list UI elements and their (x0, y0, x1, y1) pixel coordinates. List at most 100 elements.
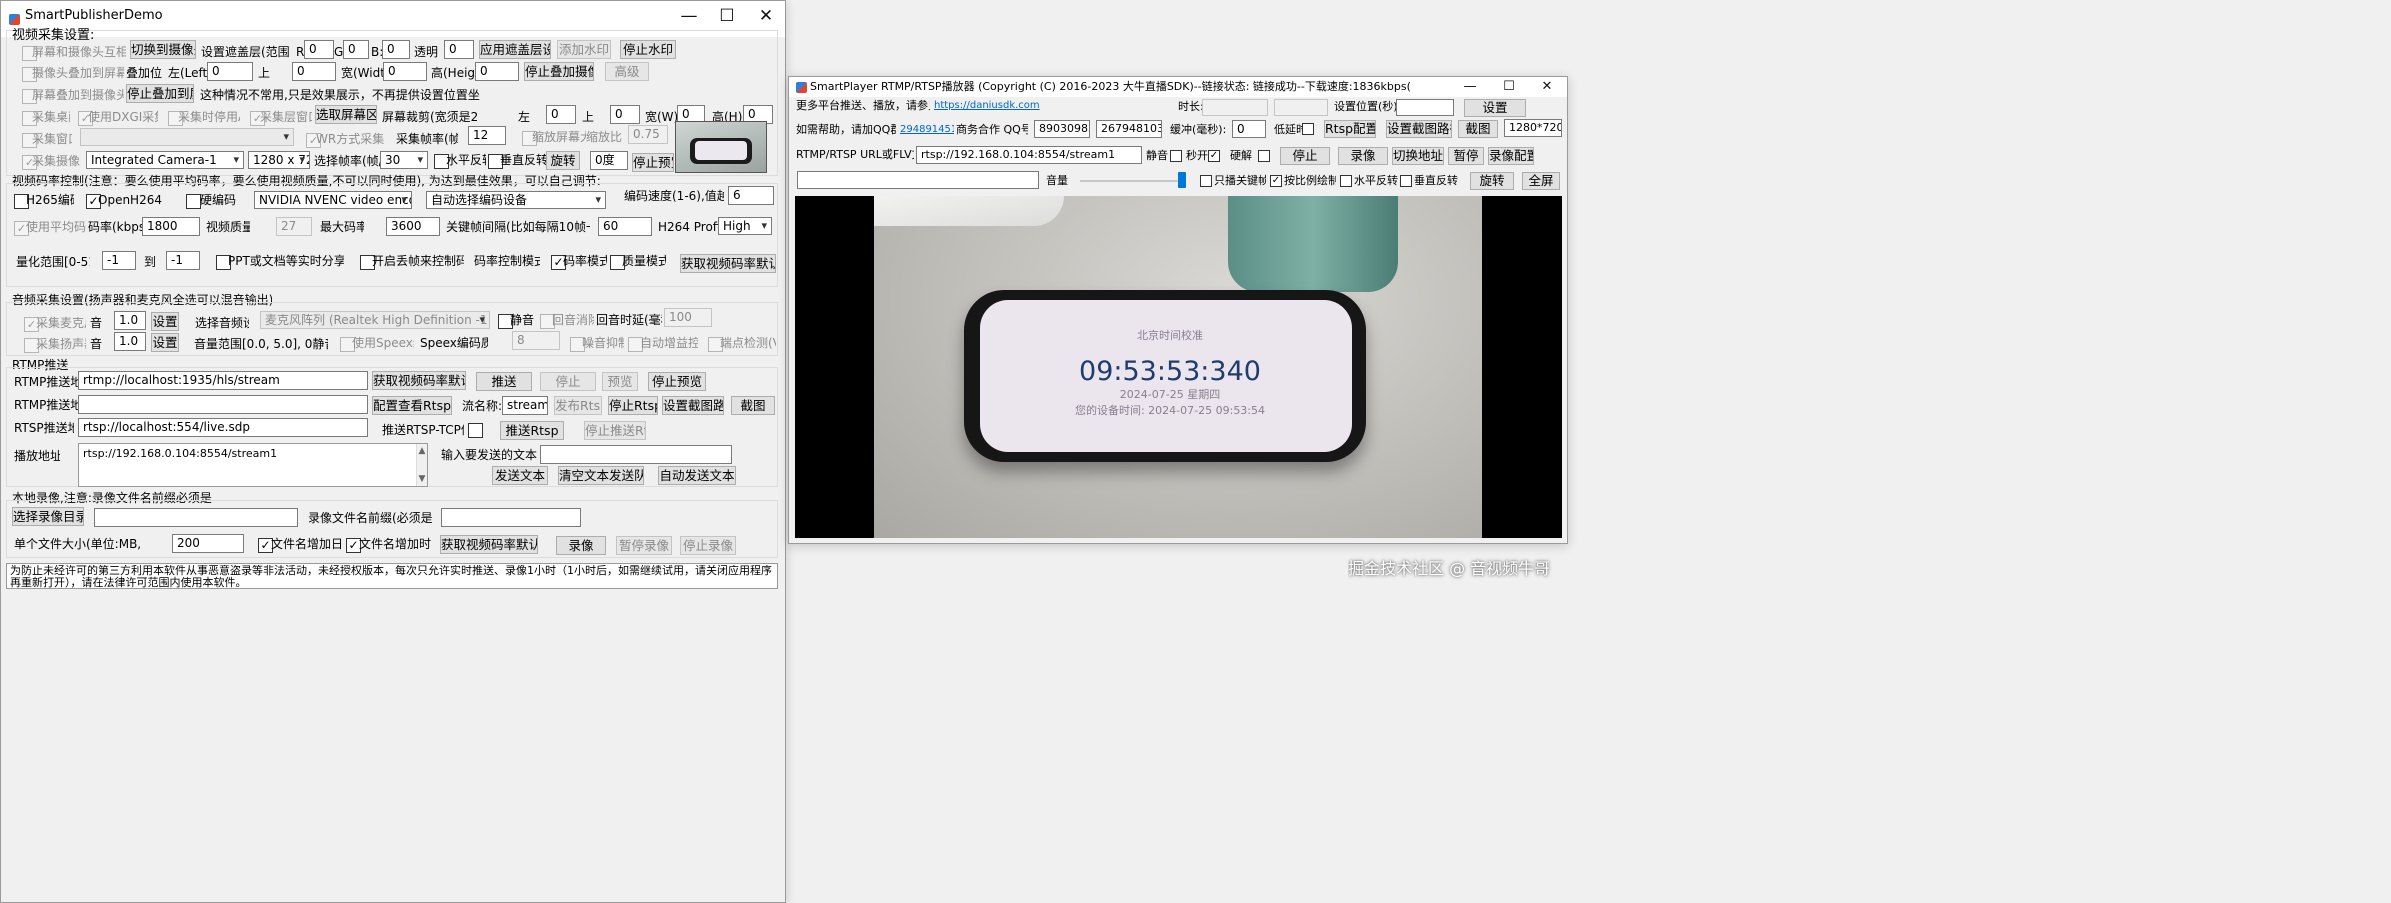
record-get-default-bitrate-button[interactable]: 获取视频码率默认值 (440, 535, 538, 554)
fps-select[interactable]: 30 (380, 151, 428, 169)
resolution-select[interactable]: 1280 x 720 (248, 151, 310, 169)
switch-url-button[interactable]: 切换地址 (1392, 147, 1444, 165)
player-hflip-checkbox[interactable] (1340, 175, 1352, 187)
auto-encoder-select[interactable]: 自动选择编码设备 (426, 191, 606, 209)
record-dir-input[interactable] (94, 508, 298, 527)
play-url-scrollbar[interactable]: ▲ ▼ (416, 444, 427, 486)
hardware-encoder-select[interactable]: NVIDIA NVENC video encoder (254, 191, 412, 209)
fast-start-checkbox[interactable]: ✓ (1208, 150, 1220, 162)
window-select[interactable] (80, 128, 294, 146)
stop-preview-button[interactable]: 停止预览 (632, 153, 674, 172)
seek-position-input[interactable] (1396, 99, 1454, 116)
rtsp-service-config-button[interactable]: 配置查看Rtsp服务 (372, 396, 452, 415)
maximize-icon[interactable]: ☐ (707, 1, 747, 31)
keyframe-interval-input[interactable]: 60 (598, 217, 652, 236)
rtmp-get-default-bitrate-button[interactable]: 获取视频码率默认值 (372, 371, 466, 390)
crop-top-input[interactable]: 0 (610, 105, 640, 124)
crop-left-input[interactable]: 0 (546, 105, 576, 124)
overlay-left-input[interactable]: 0 (207, 62, 253, 81)
hardware-encode-checkbox[interactable] (186, 194, 201, 209)
seek-set-button[interactable]: 设置 (1464, 99, 1526, 117)
transparency-input[interactable]: 0 (444, 40, 474, 59)
r-input[interactable]: 0 (304, 40, 334, 59)
set-screenshot-path-button[interactable]: 设置截图路径 (662, 396, 724, 415)
get-default-bitrate-button[interactable]: 获取视频码率默认值 (680, 254, 776, 273)
encode-speed-input[interactable]: 6 (728, 186, 774, 205)
quant-min-input[interactable]: -1 (102, 251, 136, 270)
player-rotate-button[interactable]: 旋转 (1470, 172, 1514, 190)
rtsp-tcp-checkbox[interactable] (468, 423, 483, 438)
stop-push-button[interactable]: 停止 (540, 372, 596, 391)
player-screenshot-path-button[interactable]: 设置截图路径 (1386, 120, 1452, 138)
stop-watermark-button[interactable]: 停止水印 (620, 40, 676, 59)
pause-button[interactable]: 暂停 (1448, 147, 1484, 165)
rtsp-config-button[interactable]: Rtsp配置 (1324, 120, 1376, 138)
push-rtsp-button[interactable]: 推送Rtsp (500, 421, 564, 440)
volume-slider-track[interactable] (1080, 180, 1180, 182)
player-close-icon[interactable]: ✕ (1527, 77, 1567, 97)
minimize-icon[interactable]: — (669, 1, 709, 31)
stop-record-button[interactable]: 停止录像 (680, 536, 736, 555)
rotate-button[interactable]: 旋转 (546, 151, 580, 170)
b-input[interactable]: 0 (382, 40, 410, 59)
record-prefix-input[interactable] (441, 508, 581, 527)
player-screenshot-button[interactable]: 截图 (1458, 120, 1498, 138)
overlay-top-input[interactable]: 0 (292, 62, 336, 81)
play-url-textarea[interactable]: rtsp://192.168.0.104:8554/stream1 (78, 443, 428, 487)
player-maximize-icon[interactable]: ☐ (1489, 77, 1529, 97)
aspect-ratio-checkbox[interactable]: ✓ (1270, 175, 1282, 187)
low-latency-checkbox[interactable] (1302, 123, 1314, 135)
rtmp-url-input-1[interactable]: rtmp://localhost:1935/hls/stream (78, 371, 368, 390)
buffer-input[interactable]: 0 (1232, 120, 1266, 138)
camera-select[interactable]: Integrated Camera-1 (86, 151, 244, 169)
fullscreen-button[interactable]: 全屏 (1522, 172, 1560, 190)
stop-push-rtsp-button[interactable]: 停止推送Rtsp (584, 421, 646, 440)
play-url-input[interactable]: rtsp://192.168.0.104:8554/stream1 (916, 146, 1142, 164)
screenshot-button[interactable]: 截图 (731, 396, 775, 415)
speaker-volume-input[interactable]: 1.0 (114, 332, 146, 351)
qq-group-link[interactable]: 294891451 (900, 121, 954, 139)
speex-quality-input[interactable]: 8 (512, 331, 560, 350)
auto-send-text-button[interactable]: 自动发送文本 (658, 466, 736, 485)
quant-max-input[interactable]: -1 (166, 251, 200, 270)
close-icon[interactable]: ✕ (746, 1, 785, 31)
select-screen-region-button[interactable]: 选取屏幕区域 (315, 105, 377, 124)
pause-record-button[interactable]: 暂停录像 (616, 536, 672, 555)
rtsp-url-input[interactable]: rtsp://localhost:554/live.sdp (78, 418, 368, 437)
mic-volume-input[interactable]: 1.0 (114, 311, 146, 330)
overlay-height-input[interactable]: 0 (475, 62, 519, 81)
publish-rtsp-button[interactable]: 发布Rtsp流 (554, 396, 602, 415)
push-button[interactable]: 推送 (476, 372, 532, 391)
video-quality-input[interactable]: 27 (276, 217, 312, 236)
echo-delay-input[interactable]: 100 (664, 308, 712, 327)
player-mute-checkbox[interactable] (1170, 150, 1182, 162)
add-watermark-button[interactable]: 添加水印 (557, 40, 611, 59)
scale-ratio-input[interactable]: 0.75 (628, 125, 668, 144)
stop-screen-overlay-button[interactable]: 停止叠加到屏幕 (126, 84, 194, 103)
capture-fps-input[interactable]: 12 (468, 126, 506, 145)
apply-overlay-button[interactable]: 应用遮盖层设置 (479, 40, 551, 59)
mic-settings-button[interactable]: 设置 (151, 312, 179, 331)
stop-preview-rtmp-button[interactable]: 停止预览 (648, 372, 706, 391)
hw-decode-checkbox[interactable] (1258, 150, 1270, 162)
g-input[interactable]: 0 (343, 40, 369, 59)
send-text-button[interactable]: 发送文本 (492, 466, 548, 485)
record-button[interactable]: 录像 (556, 536, 606, 555)
volume-slider-thumb[interactable] (1178, 172, 1186, 188)
keyframe-only-checkbox[interactable] (1200, 175, 1212, 187)
select-record-dir-button[interactable]: 选择录像目录 (12, 507, 84, 526)
max-bitrate-input[interactable]: 3600 (386, 217, 440, 236)
send-text-input[interactable] (540, 445, 732, 464)
player-record-button[interactable]: 录像 (1338, 147, 1388, 165)
rtmp-url-input-2[interactable] (78, 395, 368, 414)
file-size-input[interactable]: 200 (172, 534, 244, 553)
stop-camera-overlay-button[interactable]: 停止叠加摄像头 (524, 62, 594, 81)
record-config-button[interactable]: 录像配置 (1488, 147, 1534, 165)
switch-to-camera-button[interactable]: 切换到摄像头 (130, 40, 196, 59)
preview-button[interactable]: 预览 (602, 372, 638, 391)
h264-profile-select[interactable]: High (718, 217, 772, 235)
audio-device-select[interactable]: 麦克风阵列 (Realtek High Definition -1 (260, 311, 490, 329)
player-stop-button[interactable]: 停止 (1280, 147, 1330, 165)
bitrate-input[interactable]: 1800 (142, 217, 200, 236)
speaker-settings-button[interactable]: 设置 (151, 333, 179, 352)
